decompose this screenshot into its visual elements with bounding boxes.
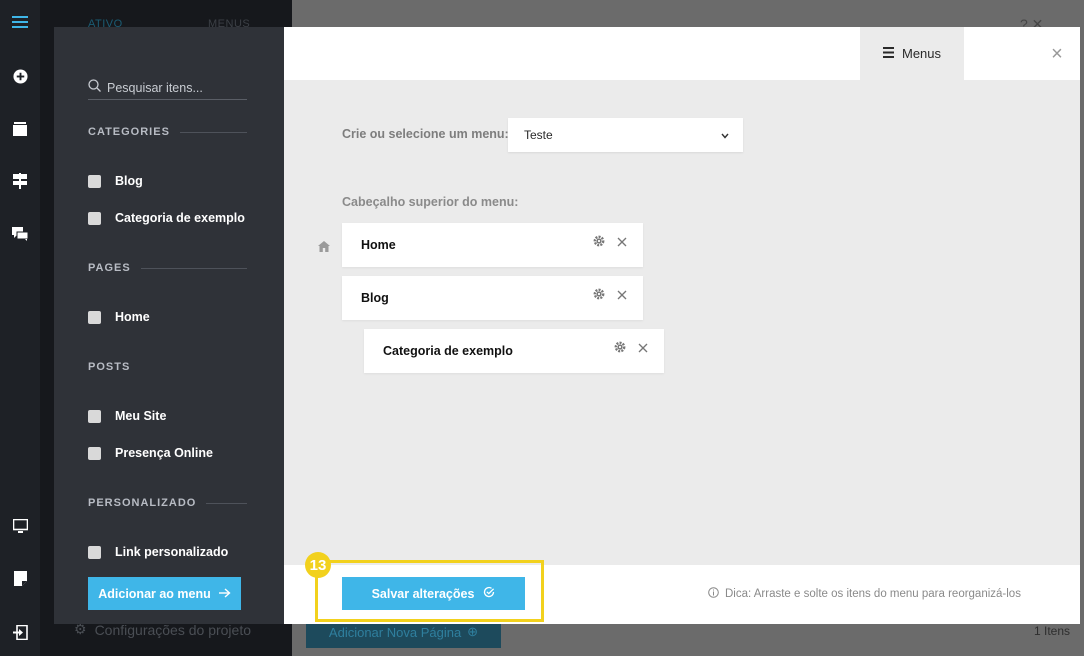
close-icon[interactable] xyxy=(638,342,648,356)
info-icon xyxy=(708,587,719,601)
hamburger-icon[interactable] xyxy=(0,9,40,35)
section-header-categories: CATEGORIES xyxy=(88,126,247,138)
close-icon[interactable]: × xyxy=(1047,44,1067,65)
arrow-right-icon xyxy=(218,587,231,601)
checkbox-item-meu-site[interactable]: Meu Site xyxy=(88,409,166,423)
menu-item-blog[interactable]: Blog xyxy=(342,276,643,320)
chat-icon[interactable] xyxy=(0,221,40,247)
search-bar[interactable] xyxy=(88,77,247,100)
close-icon[interactable] xyxy=(617,236,627,250)
checkbox-item-presenca-online[interactable]: Presença Online xyxy=(88,446,213,460)
menu-item-categoria-de-exemplo[interactable]: Categoria de exemplo xyxy=(364,329,664,373)
checkbox-item-blog[interactable]: Blog xyxy=(88,174,143,188)
step-highlight-box xyxy=(315,560,544,622)
menu-editor-modal: CATEGORIES Blog Categoria de exemplo PAG… xyxy=(54,27,1080,624)
checkbox-item-link-personalizado[interactable]: Link personalizado xyxy=(88,545,228,559)
home-icon xyxy=(318,239,330,257)
plus-circle-icon[interactable] xyxy=(0,63,40,89)
hamburger-icon xyxy=(882,46,894,61)
checkbox-item-categoria-de-exemplo[interactable]: Categoria de exemplo xyxy=(88,211,245,225)
checkbox-item-home[interactable]: Home xyxy=(88,310,150,324)
menu-item-home[interactable]: Home xyxy=(342,223,643,267)
checkbox[interactable] xyxy=(88,545,101,559)
step-number-badge: 13 xyxy=(305,552,331,578)
add-to-menu-button[interactable]: Adicionar ao menu xyxy=(88,577,241,610)
menu-select-label: Crie ou selecione um menu: xyxy=(342,127,509,141)
menu-header-label: Cabeçalho superior do menu: xyxy=(342,195,519,209)
gear-icon[interactable] xyxy=(593,235,605,250)
modal-header: Menus xyxy=(284,27,1080,80)
exit-icon[interactable] xyxy=(0,619,40,645)
note-icon[interactable] xyxy=(0,565,40,591)
background-item-count: 1 Itens xyxy=(1034,624,1071,638)
plus-circle-icon: ⊕ xyxy=(467,624,479,639)
section-header-personalizado: PERSONALIZADO xyxy=(88,497,247,509)
gear-icon[interactable] xyxy=(614,341,626,356)
checkbox[interactable] xyxy=(88,174,101,188)
section-header-posts: POSTS xyxy=(88,361,131,373)
tab-menus[interactable]: Menus xyxy=(860,27,964,80)
menu-select-dropdown[interactable]: Teste xyxy=(508,118,743,152)
menu-items-source-panel: CATEGORIES Blog Categoria de exemplo PAG… xyxy=(54,27,284,624)
checkbox[interactable] xyxy=(88,310,101,324)
monitor-icon[interactable] xyxy=(0,513,40,539)
checkbox[interactable] xyxy=(88,211,101,225)
drag-tip: Dica: Arraste e solte os itens do menu p… xyxy=(708,587,1021,601)
search-icon xyxy=(88,79,101,97)
search-input[interactable] xyxy=(107,81,237,95)
left-icon-rail xyxy=(0,0,40,656)
checkbox[interactable] xyxy=(88,409,101,423)
chevron-down-icon xyxy=(721,128,729,142)
checkbox[interactable] xyxy=(88,446,101,460)
section-header-pages: PAGES xyxy=(88,262,247,274)
close-icon[interactable] xyxy=(617,289,627,303)
layers-icon[interactable] xyxy=(0,116,40,142)
sign-icon[interactable] xyxy=(0,168,40,194)
gear-icon[interactable] xyxy=(593,288,605,303)
